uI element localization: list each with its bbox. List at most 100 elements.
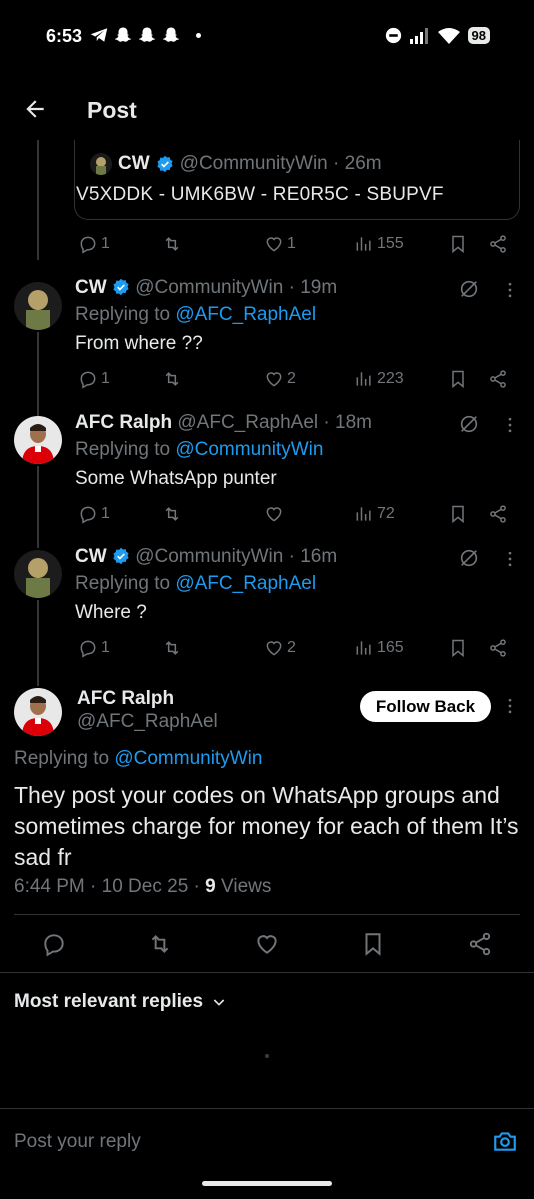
bookmark-icon	[452, 370, 464, 389]
like-button[interactable]	[264, 504, 284, 524]
post-text: Some WhatsApp punter	[75, 468, 277, 489]
follow-back-button[interactable]: Follow Back	[360, 691, 491, 722]
grok-icon[interactable]	[458, 278, 480, 300]
reply-icon	[80, 506, 96, 524]
verified-badge-icon	[113, 547, 129, 565]
status-notification-icons	[90, 26, 201, 44]
reply-icon	[80, 371, 96, 389]
like-button[interactable]: 2	[264, 369, 296, 389]
like-button[interactable]: 2	[264, 638, 296, 658]
thread-connector-line	[37, 140, 39, 260]
more-options-icon[interactable]	[500, 415, 520, 435]
reply-button[interactable]: 1	[78, 504, 110, 524]
bookmark-button[interactable]	[448, 638, 468, 658]
views-count: 155	[377, 235, 404, 252]
back-arrow-icon[interactable]	[22, 96, 48, 122]
author-name[interactable]: CW	[118, 153, 150, 175]
heart-icon[interactable]	[254, 931, 280, 957]
reply-count: 1	[101, 235, 110, 252]
more-options-icon[interactable]	[500, 280, 520, 300]
repost-button[interactable]	[162, 369, 182, 389]
status-system-icons: 98	[385, 27, 490, 44]
quoted-post-header: CW @CommunityWin · 26m	[90, 153, 382, 175]
heart-icon	[266, 372, 282, 387]
reply-icon	[80, 236, 96, 254]
repost-icon	[165, 641, 179, 655]
repost-button[interactable]	[162, 234, 182, 254]
replying-to-link[interactable]: @AFC_RaphAel	[175, 573, 316, 594]
quoted-post-card[interactable]	[74, 140, 520, 220]
snapchat-icon	[162, 27, 180, 42]
reply-icon[interactable]	[41, 931, 67, 957]
status-time: 6:53	[46, 26, 83, 46]
avatar[interactable]	[14, 282, 62, 330]
author-name[interactable]: CW	[75, 277, 107, 298]
author-handle[interactable]: @CommunityWin · 26m	[180, 153, 382, 175]
replying-prefix: Replying to	[75, 304, 171, 325]
post-text: From where ??	[75, 333, 203, 354]
replying-to: Replying to @AFC_RaphAel	[75, 573, 316, 595]
like-count: 2	[287, 370, 296, 387]
bookmark-icon[interactable]	[360, 931, 386, 957]
views-button[interactable]: 165	[354, 638, 404, 658]
reply-button[interactable]: 1	[78, 369, 110, 389]
verified-badge-icon	[157, 155, 173, 173]
views-icon	[356, 507, 371, 521]
snapchat-icon	[138, 27, 156, 42]
avatar[interactable]	[14, 688, 62, 736]
replies-sort-dropdown[interactable]: Most relevant replies	[14, 991, 227, 1013]
camera-icon[interactable]	[492, 1128, 518, 1154]
more-options-icon[interactable]	[500, 696, 520, 716]
share-icon	[490, 505, 506, 523]
replying-to: Replying to @AFC_RaphAel	[75, 304, 316, 326]
like-button[interactable]: 1	[264, 234, 296, 254]
more-options-icon[interactable]	[500, 549, 520, 569]
author-handle[interactable]: @AFC_RaphAel · 18m	[177, 412, 372, 433]
repost-button[interactable]	[162, 638, 182, 658]
author-name[interactable]: AFC Ralph	[75, 412, 172, 433]
repost-icon[interactable]	[147, 931, 173, 957]
avatar[interactable]	[14, 550, 62, 598]
avatar[interactable]	[14, 416, 62, 464]
reply-button[interactable]: 1	[78, 234, 110, 254]
bookmark-button[interactable]	[448, 504, 468, 524]
reply-count: 1	[101, 370, 110, 387]
replying-to: Replying to @CommunityWin	[14, 748, 262, 770]
composer-divider	[0, 1108, 534, 1109]
author-name[interactable]: CW	[75, 546, 107, 567]
author-name[interactable]: AFC Ralph	[77, 688, 174, 710]
author-handle[interactable]: @CommunityWin · 19m	[135, 277, 337, 298]
views-button[interactable]: 72	[354, 504, 395, 524]
post-text: Where ?	[75, 602, 147, 623]
reply-button[interactable]: 1	[78, 638, 110, 658]
repost-button[interactable]	[162, 504, 182, 524]
replying-to-link[interactable]: @CommunityWin	[175, 439, 323, 460]
views-label: Views	[221, 876, 272, 897]
grok-icon[interactable]	[458, 547, 480, 569]
bookmark-icon	[452, 639, 464, 658]
share-button[interactable]	[488, 638, 508, 658]
home-indicator[interactable]	[202, 1181, 332, 1186]
heart-icon	[266, 237, 282, 252]
views-button[interactable]: 155	[354, 234, 404, 254]
replying-to-link[interactable]: @CommunityWin	[114, 748, 262, 769]
share-icon	[490, 370, 506, 388]
page-title: Post	[87, 97, 137, 123]
post-header: AFC Ralph @AFC_RaphAel · 18m	[75, 412, 372, 434]
author-handle[interactable]: @CommunityWin · 16m	[135, 546, 337, 567]
bookmark-button[interactable]	[448, 369, 468, 389]
replying-to-link[interactable]: @AFC_RaphAel	[175, 304, 316, 325]
author-handle[interactable]: @AFC_RaphAel	[77, 711, 218, 733]
battery-indicator: 98	[467, 27, 490, 44]
share-icon[interactable]	[467, 931, 493, 957]
reply-count: 1	[101, 505, 110, 522]
reply-input[interactable]	[14, 1128, 474, 1156]
grok-icon[interactable]	[458, 413, 480, 435]
more-notifications-dot	[196, 32, 201, 38]
share-button[interactable]	[488, 234, 508, 254]
repost-icon	[165, 372, 179, 386]
share-button[interactable]	[488, 369, 508, 389]
views-button[interactable]: 223	[354, 369, 404, 389]
bookmark-button[interactable]	[448, 234, 468, 254]
share-button[interactable]	[488, 504, 508, 524]
